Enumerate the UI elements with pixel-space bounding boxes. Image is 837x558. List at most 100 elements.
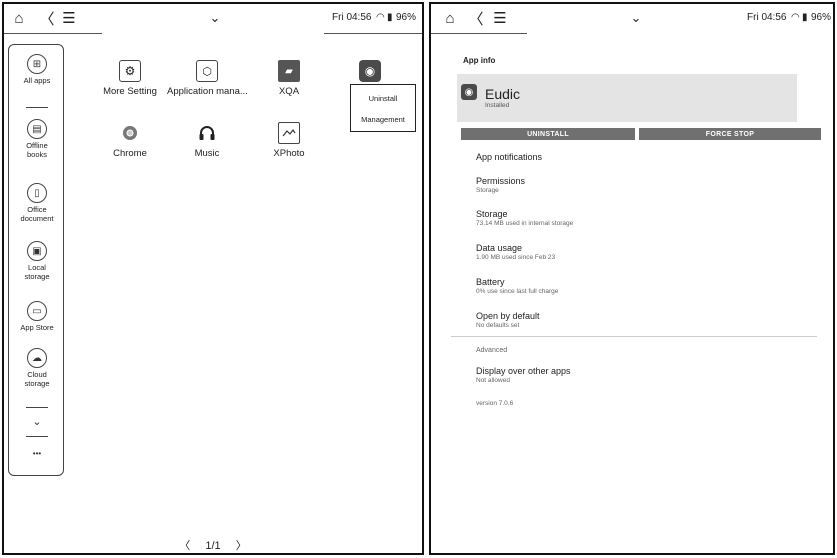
sidebar-divider bbox=[26, 107, 48, 108]
right-top-bar: ⌂ 〈 ☰ ⌄ Fri 04:56 ◠ ▮ 96% bbox=[431, 4, 833, 34]
back-icon[interactable]: 〈 bbox=[467, 9, 485, 28]
sidebar-item-label: Offline books bbox=[26, 141, 48, 159]
store-icon: ▭ bbox=[27, 301, 47, 321]
setting-battery[interactable]: Battery 0% use since last full charge bbox=[476, 277, 558, 295]
page-title: App info bbox=[463, 56, 496, 65]
setting-app-notifications[interactable]: App notifications bbox=[476, 152, 542, 162]
document-icon: ▯ bbox=[27, 183, 47, 203]
menu-list-icon[interactable]: ☰ bbox=[60, 9, 78, 27]
sidebar-divider bbox=[26, 407, 48, 408]
setting-subtitle: Storage bbox=[476, 187, 499, 194]
force-stop-button[interactable]: FORCE STOP bbox=[639, 128, 821, 140]
sidebar-item-all-apps[interactable]: ⊞ All apps bbox=[9, 54, 65, 85]
setting-title: Permissions bbox=[476, 176, 526, 186]
more-icon[interactable]: ••• bbox=[9, 449, 65, 458]
back-icon[interactable]: 〈 bbox=[38, 9, 56, 28]
wifi-icon: ◠ bbox=[376, 12, 385, 23]
sidebar-item-label: Cloud storage bbox=[24, 370, 50, 388]
sidebar-item-label: App Store bbox=[20, 323, 54, 332]
cloud-icon: ☁ bbox=[27, 348, 47, 368]
sidebar-item-cloud-storage[interactable]: ☁ Cloud storage bbox=[9, 348, 65, 388]
pager: 〈 1/1 〉 bbox=[4, 537, 422, 553]
uninstall-button[interactable]: UNINSTALL bbox=[461, 128, 635, 140]
app-chrome[interactable]: Chrome bbox=[90, 122, 170, 159]
setting-storage[interactable]: Storage 73.14 MB used in internal storag… bbox=[476, 209, 573, 227]
prev-page-button[interactable]: 〈 bbox=[179, 540, 190, 552]
advanced-label: Advanced bbox=[476, 347, 508, 354]
app-application-manager[interactable]: ⬡ Application mana... bbox=[167, 60, 248, 97]
chevron-down-icon[interactable]: ⌄ bbox=[9, 415, 65, 428]
sidebar-item-label: Local storage bbox=[24, 263, 50, 281]
settings-icon: ⚙ bbox=[119, 60, 141, 82]
setting-title: Open by default bbox=[476, 311, 540, 321]
grid-icon: ⊞ bbox=[27, 54, 47, 74]
chevron-down-icon[interactable]: ⌄ bbox=[627, 9, 645, 27]
photo-icon bbox=[278, 122, 300, 144]
setting-data-usage[interactable]: Data usage 1.90 MB used since Feb 23 bbox=[476, 243, 555, 261]
advanced-header: Advanced bbox=[476, 346, 507, 354]
android-icon: ▰ bbox=[278, 60, 300, 82]
sidebar-item-label: All apps bbox=[23, 76, 51, 85]
home-icon[interactable]: ⌂ bbox=[441, 9, 459, 27]
app-label: XQA bbox=[278, 86, 300, 97]
section-divider bbox=[451, 336, 817, 337]
setting-title: Display over other apps bbox=[476, 366, 571, 376]
app-eudic[interactable]: ◉ bbox=[330, 60, 410, 82]
setting-subtitle: Not allowed bbox=[476, 377, 510, 384]
version-label: version 7.0.6 bbox=[476, 400, 514, 407]
app-label: Application mana... bbox=[167, 86, 248, 97]
battery-icon: ▮ bbox=[802, 12, 808, 23]
clock: Fri 04:56 bbox=[747, 12, 787, 23]
chrome-icon bbox=[119, 122, 141, 144]
management-menu-item[interactable]: Management bbox=[351, 115, 415, 124]
battery-level: 96% bbox=[811, 12, 832, 23]
left-top-bar: ⌂ 〈 ☰ ⌄ Fri 04:56 ◠ ▮ 96% bbox=[4, 4, 422, 34]
uninstall-menu-item[interactable]: Uninstall bbox=[351, 94, 415, 103]
app-label: Chrome bbox=[113, 148, 147, 159]
eudic-icon: ◉ bbox=[461, 84, 477, 100]
setting-subtitle: 73.14 MB used in internal storage bbox=[476, 220, 574, 227]
app-more-setting[interactable]: ⚙ More Setting bbox=[90, 60, 170, 97]
app-music[interactable]: Music bbox=[167, 122, 247, 159]
app-xphoto[interactable]: XPhoto bbox=[249, 122, 329, 159]
app-label: Music bbox=[194, 148, 220, 159]
sidebar-item-offline-books[interactable]: ▤ Offline books bbox=[9, 119, 65, 159]
sidebar-item-label: Office document bbox=[20, 205, 54, 223]
sidebar-item-office-document[interactable]: ▯ Office document bbox=[9, 183, 65, 223]
top-bar-underline bbox=[4, 33, 102, 34]
setting-title: Battery bbox=[476, 277, 505, 287]
chevron-down-icon[interactable]: ⌄ bbox=[206, 9, 224, 27]
wifi-icon: ◠ bbox=[791, 12, 800, 23]
sidebar-item-local-storage[interactable]: ▣ Local storage bbox=[9, 241, 65, 281]
app-label: XPhoto bbox=[273, 148, 305, 159]
app-info-panel: ⌂ 〈 ☰ ⌄ Fri 04:56 ◠ ▮ 96% App info ◉ Eud… bbox=[429, 2, 835, 555]
next-page-button[interactable]: 〉 bbox=[236, 540, 247, 552]
setting-subtitle: 1.90 MB used since Feb 23 bbox=[476, 254, 556, 261]
app-manager-icon: ⬡ bbox=[196, 60, 218, 82]
top-bar-underline-right bbox=[324, 33, 422, 34]
top-bar-underline bbox=[431, 33, 527, 34]
storage-icon: ▣ bbox=[27, 241, 47, 261]
clock: Fri 04:56 bbox=[332, 12, 372, 23]
setting-display-over-other-apps[interactable]: Display over other apps Not allowed bbox=[476, 366, 571, 384]
page-indicator: 1/1 bbox=[205, 540, 221, 552]
setting-open-by-default[interactable]: Open by default No defaults set bbox=[476, 311, 540, 329]
setting-title: Data usage bbox=[476, 243, 523, 253]
app-install-state: Installed bbox=[485, 102, 510, 109]
headphones-icon bbox=[196, 122, 218, 144]
app-label: More Setting bbox=[103, 86, 157, 97]
app-name: Eudic bbox=[485, 86, 521, 102]
sidebar-item-app-store[interactable]: ▭ App Store bbox=[9, 301, 65, 332]
home-icon[interactable]: ⌂ bbox=[10, 9, 28, 27]
menu-list-icon[interactable]: ☰ bbox=[491, 9, 509, 27]
app-xqa[interactable]: ▰ XQA bbox=[249, 60, 329, 97]
setting-title: Storage bbox=[476, 209, 508, 219]
setting-title: App notifications bbox=[476, 152, 543, 162]
battery-icon: ▮ bbox=[387, 12, 393, 23]
setting-subtitle: 0% use since last full charge bbox=[476, 288, 559, 295]
setting-subtitle: No defaults set bbox=[476, 322, 520, 329]
setting-permissions[interactable]: Permissions Storage bbox=[476, 176, 525, 194]
app-version: version 7.0.6 bbox=[476, 399, 513, 407]
battery-level: 96% bbox=[396, 12, 417, 23]
sidebar-divider bbox=[26, 436, 48, 437]
